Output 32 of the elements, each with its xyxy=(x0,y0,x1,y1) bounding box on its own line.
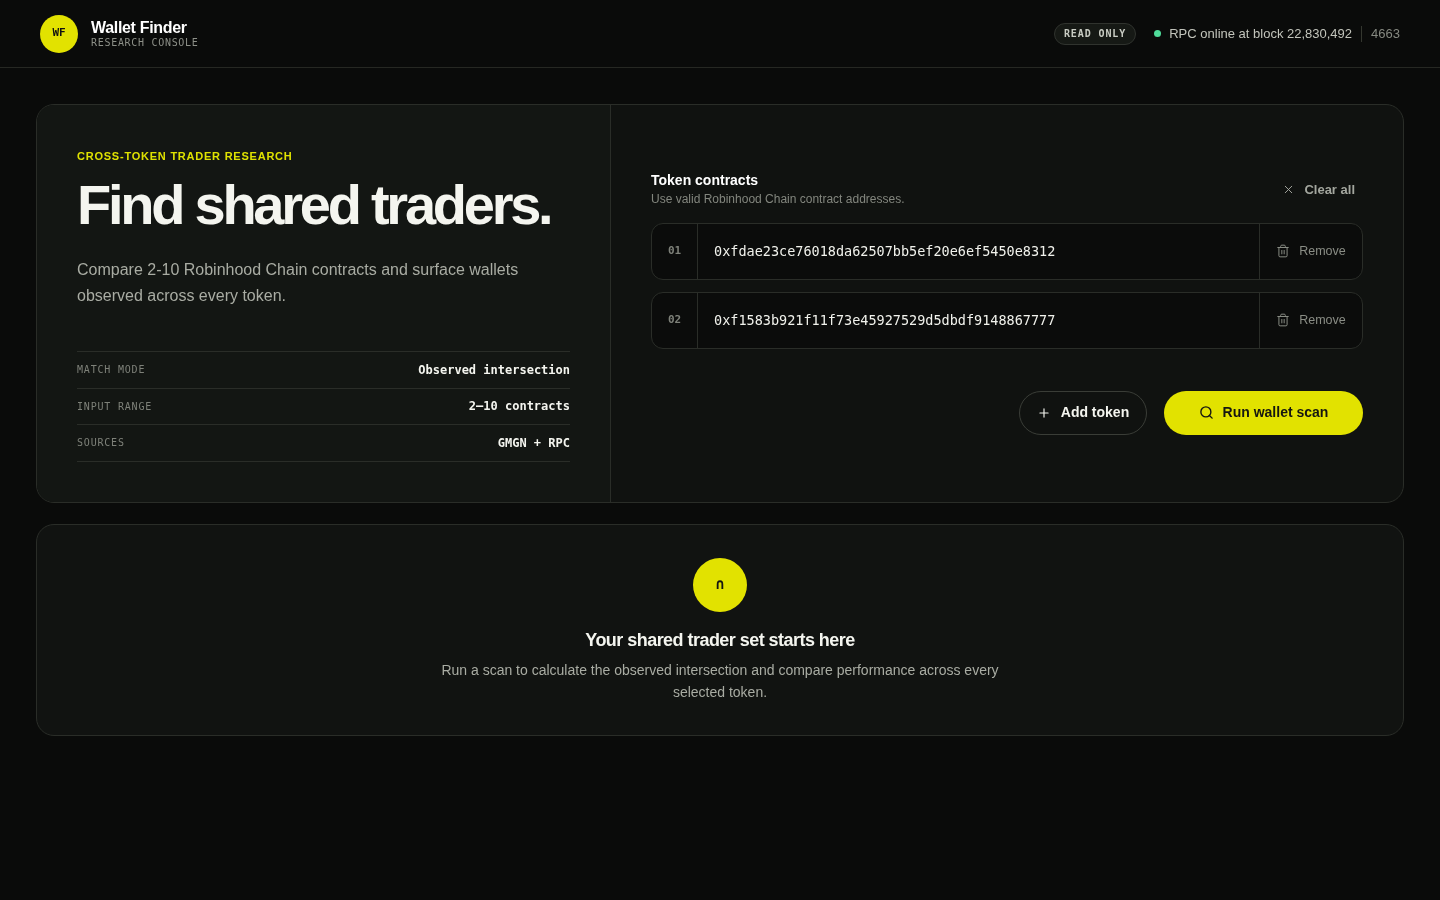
remove-button[interactable]: Remove xyxy=(1259,292,1362,348)
fact-label: SOURCES xyxy=(77,436,125,451)
rpc-status-text: RPC online at block 22,830,492 xyxy=(1169,24,1353,43)
plus-icon xyxy=(1036,405,1051,420)
fact-label: INPUT RANGE xyxy=(77,399,153,414)
contract-address-field[interactable]: 0xfdae23ce76018da62507bb5ef20e6ef5450e8312 xyxy=(698,223,1259,279)
empty-state-title: Your shared trader set starts here xyxy=(585,628,855,651)
panel-subtitle: Use valid Robinhood Chain contract addresses. xyxy=(651,191,905,207)
logo-badge: WF xyxy=(40,14,78,53)
app-subtitle: RESEARCH CONSOLE xyxy=(91,37,199,49)
hero-title: Find shared traders. xyxy=(77,175,552,235)
app-title: Wallet Finder xyxy=(91,18,188,37)
empty-state-description: Run a scan to calculate the observed intersection and compare performance across every selected token. xyxy=(440,660,1000,702)
remove-button[interactable]: Remove xyxy=(1259,223,1362,279)
contract-address-field[interactable]: 0xf1583b921f11f73e45927529d5dbdf9148867777 xyxy=(698,292,1259,348)
trash-icon xyxy=(1276,244,1291,259)
trash-icon xyxy=(1276,313,1291,328)
fact-value: GMGN + RPC xyxy=(497,434,570,452)
read-only-badge: READ ONLY xyxy=(1053,22,1137,45)
fact-value: Observed intersection xyxy=(418,361,570,379)
eyebrow-text: CROSS-TOKEN TRADER RESEARCH xyxy=(77,149,294,163)
counter-text: 4663 xyxy=(1371,24,1400,43)
search-icon xyxy=(1198,405,1214,421)
run-wallet-scan-button[interactable]: Run wallet scan xyxy=(1164,390,1363,435)
clear-all-button[interactable]: Clear all xyxy=(1274,175,1363,203)
intersection-symbol-icon: ∩ xyxy=(693,557,747,612)
panel-title: Token contracts xyxy=(651,171,760,189)
token-index: 01 xyxy=(652,223,698,279)
hero-description: Compare 2-10 Robinhood Chain contracts and surface wallets observed across every token. xyxy=(77,260,520,306)
fact-label: MATCH MODE xyxy=(77,363,146,378)
fact-value: 2–10 contracts xyxy=(468,398,570,416)
token-index: 02 xyxy=(652,292,698,348)
